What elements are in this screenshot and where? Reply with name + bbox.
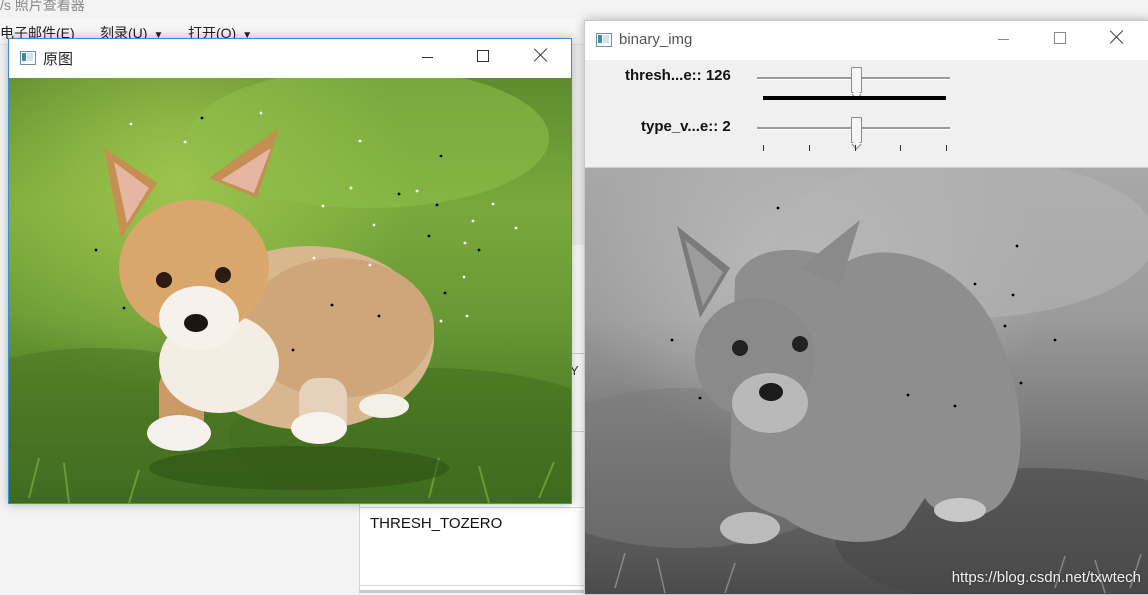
trackbar-panel: thresh...e:: 126 type_v...e:: 2 <box>585 60 1148 168</box>
watermark-text: https://blog.csdn.net/txwtech <box>951 569 1141 586</box>
table-divider <box>360 507 600 508</box>
type-trackbar-thumb[interactable] <box>851 117 862 143</box>
trackbar-tick <box>763 145 764 151</box>
original-photo <box>9 78 571 503</box>
background-app-title: /s 照片查看器 <box>0 0 85 13</box>
app-window-icon <box>20 51 36 65</box>
minimize-icon <box>422 57 433 58</box>
puppy-color-illustration <box>9 78 571 503</box>
minimize-button[interactable] <box>981 24 1027 54</box>
binary-photo: https://blog.csdn.net/txwtech <box>585 168 1148 594</box>
close-icon <box>534 48 548 62</box>
maximize-icon <box>477 50 489 62</box>
maximize-icon <box>1054 32 1066 44</box>
minimize-icon <box>998 39 1009 40</box>
type-trackbar-label: type_v...e:: 2 <box>641 118 731 135</box>
maximize-button[interactable] <box>1037 24 1083 54</box>
trackbar-tick <box>946 145 947 151</box>
window-titlebar[interactable]: binary_img <box>585 21 1148 59</box>
close-icon <box>1110 30 1124 44</box>
close-button[interactable] <box>1093 24 1139 54</box>
window-title: 原图 <box>43 51 74 68</box>
puppy-gray-illustration <box>585 168 1148 594</box>
thresh-trackbar-label: thresh...e:: 126 <box>625 67 731 84</box>
trackbar-tick <box>900 145 902 151</box>
maximize-button[interactable] <box>460 42 506 72</box>
close-button[interactable] <box>517 42 563 72</box>
window-title: binary_img <box>619 31 693 48</box>
window-titlebar[interactable]: 原图 <box>9 39 571 77</box>
thresh-value-bar <box>763 96 946 100</box>
table-divider <box>360 585 600 586</box>
trackbar-tick <box>854 145 856 151</box>
binary-image-window[interactable]: binary_img thresh...e:: 126 type_v...e::… <box>584 20 1148 595</box>
original-image-window[interactable]: 原图 <box>8 38 572 504</box>
minimize-button[interactable] <box>405 42 451 72</box>
thresh-trackbar-thumb[interactable] <box>851 67 862 93</box>
app-window-icon <box>596 33 612 47</box>
trackbar-tick <box>808 145 810 151</box>
table-cell-text: THRESH_TOZERO <box>370 515 503 532</box>
